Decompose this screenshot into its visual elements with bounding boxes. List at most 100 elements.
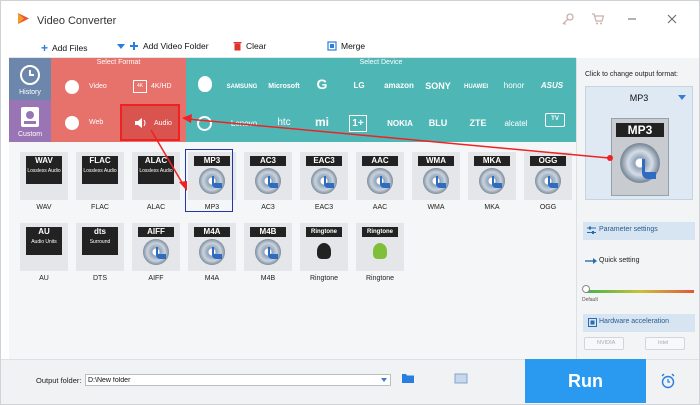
audio-format-tile-aac[interactable]: AAC AAC [356,152,404,211]
brand-google[interactable]: G [302,77,342,91]
checkbox-icon [588,318,597,327]
audio-format-tile-ac3[interactable]: AC3 AC3 [244,152,292,211]
output-format-hint: Click to change output format: [585,71,678,78]
category-column: History Custom [9,58,51,142]
brand-lg[interactable]: LG [339,80,379,92]
tile-subtitle: Audio Units [26,237,62,255]
android-icon [373,243,387,259]
brand-amazon[interactable]: amazon [379,80,419,92]
audio-format-tile-m4a[interactable]: M4A M4A [188,223,236,282]
tile-label: FLAC [91,204,109,211]
brand-blu[interactable]: BLU [418,117,458,129]
category-custom[interactable]: Custom [9,100,51,142]
close-icon[interactable] [665,12,679,26]
plus-icon: + [41,41,49,55]
alarm-clock-icon[interactable] [660,373,676,389]
music-note-icon [156,247,166,259]
merge-icon [327,41,337,51]
audio-format-tile-eac3[interactable]: EAC3 EAC3 [300,152,348,211]
tile-banner: EAC3 [306,156,342,166]
brand-htc[interactable]: htc [264,117,304,129]
music-note-icon [492,176,502,188]
quality-slider-handle[interactable] [582,285,590,293]
select-device-panel: Select Device SAMSUNG Microsoft G LG ama… [186,58,576,142]
audio-format-tile-mka[interactable]: MKA MKA [468,152,516,211]
folder-icon[interactable] [401,373,415,384]
add-video-folder-button[interactable]: Add Video Folder [117,41,209,51]
run-button[interactable]: Run [525,359,646,403]
brand-oneplus[interactable]: 1+ [349,115,367,132]
clock-icon [20,65,40,85]
audio-format-tile-m4b[interactable]: M4B M4B [244,223,292,282]
nvidia-label: NVIDIA [597,340,616,346]
window-title: Video Converter [37,15,117,27]
music-note-icon [212,247,222,259]
tile-label: AC3 [261,204,275,211]
category-custom-label: Custom [17,131,43,138]
merge-button[interactable]: Merge [327,41,365,51]
format-web[interactable]: Web [65,116,115,132]
app-window: Video Converter + Add Files Add Video Fol… [0,0,700,405]
mp3-format-banner: MP3 [616,123,664,137]
audio-format-tile-au[interactable]: AU Audio Units AU [20,223,68,282]
clear-button[interactable]: Clear [233,41,266,51]
audio-format-tile-aiff[interactable]: AIFF AIFF [132,223,180,282]
tile-banner: AIFF [138,227,174,237]
apple-logo-icon[interactable] [198,76,212,92]
trash-icon [233,42,242,51]
hardware-acceleration-toggle[interactable]: Hardware acceleration [583,314,695,332]
brand-tv[interactable]: TV [545,113,565,127]
output-folder-input[interactable] [85,374,391,386]
tile-banner: M4B [250,227,286,237]
brand-nokia[interactable]: NOKIA [380,118,420,130]
tile-banner: FLAC [82,156,118,166]
brand-mi[interactable]: mi [302,116,342,128]
motorola-logo-icon[interactable] [197,116,212,131]
tile-banner: M4A [194,227,230,237]
tile-label: AIFF [148,275,164,282]
slider-default-label: Default [582,297,598,303]
output-format-selector[interactable]: MP3 MP3 [585,86,693,200]
cart-icon[interactable] [591,12,605,26]
mp3-format-icon: MP3 [611,118,669,196]
audio-format-tile-alac[interactable]: ALAC Lossless Audio ALAC [132,152,180,211]
tile-label: WAV [36,204,52,211]
audio-format-tile-ringtone[interactable]: Ringtone Ringtone [300,223,348,282]
format-audio[interactable]: Audio [120,104,180,141]
audio-format-tile-wav[interactable]: WAV Lossless Audio WAV [20,152,68,211]
quality-slider[interactable] [586,290,694,293]
output-format-value: MP3 [629,93,649,103]
format-audio-label: Audio [154,120,172,127]
output-format-panel: Click to change output format: MP3 MP3 P… [576,58,699,359]
brand-lenovo[interactable]: Lenovo [224,118,264,130]
brand-honor[interactable]: honor [494,80,534,92]
apple-logo-icon [317,243,331,259]
minimize-icon[interactable] [625,12,639,26]
brand-zte[interactable]: ZTE [458,117,498,129]
brand-microsoft[interactable]: Microsoft [264,81,304,93]
output-folder-dropdown-icon[interactable] [381,378,387,382]
format-4k-hd[interactable]: 4K 4K/HD [133,80,183,96]
tile-banner: OGG [530,156,566,166]
brand-asus[interactable]: ASUS [532,80,572,92]
tile-subtitle: Lossless Audio [26,166,62,184]
audio-format-tile-ringtone[interactable]: Ringtone Ringtone [356,223,404,282]
brand-alcatel[interactable]: alcatel [496,118,536,130]
audio-format-tile-wma[interactable]: WMA WMA [412,152,460,211]
format-video[interactable]: Video [65,80,115,96]
audio-format-tile-flac[interactable]: FLAC Lossless Audio FLAC [76,152,124,211]
music-note-icon [548,176,558,188]
audio-format-tile-dts[interactable]: dts Surround DTS [76,223,124,282]
tile-subtitle: Lossless Audio [82,166,118,184]
tile-banner: MKA [474,156,510,166]
brand-samsung[interactable]: SAMSUNG [222,81,262,93]
add-files-button[interactable]: + Add Files [41,41,87,55]
music-note-icon [436,176,446,188]
key-icon[interactable] [561,12,575,26]
parameter-settings-button[interactable]: Parameter settings [583,222,695,240]
category-history[interactable]: History [9,58,51,100]
open-output-icon[interactable] [454,373,468,384]
brand-huawei[interactable]: HUAWEI [456,81,496,93]
brand-sony[interactable]: SONY [418,80,458,92]
audio-format-tile-ogg[interactable]: OGG OGG [524,152,572,211]
